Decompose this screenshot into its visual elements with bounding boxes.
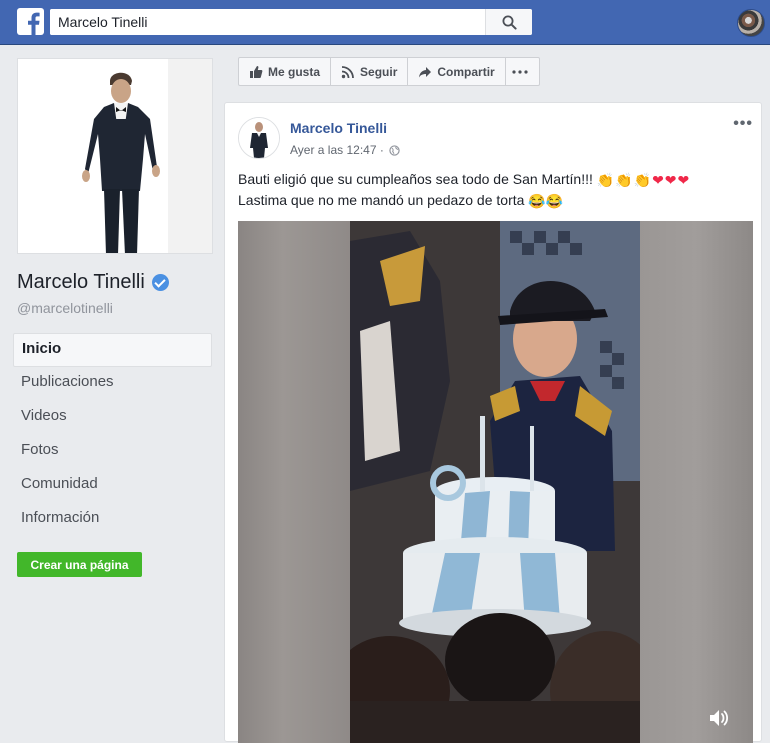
post-video[interactable]	[238, 221, 753, 743]
page-action-bar: Me gusta Seguir Compartir	[238, 57, 540, 86]
left-column: Marcelo Tinelli @marcelotinelli Inicio P…	[0, 45, 224, 735]
verified-badge-icon	[151, 274, 169, 291]
more-options-button[interactable]	[506, 58, 539, 85]
speaker-icon[interactable]	[707, 707, 729, 729]
nav-item-inicio[interactable]: Inicio	[13, 333, 212, 367]
follow-label: Seguir	[360, 64, 398, 79]
clapping-hearts-emoji: 👏👏👏❤❤❤	[596, 172, 691, 188]
search-bar	[50, 9, 532, 35]
post-author-avatar[interactable]	[238, 117, 280, 159]
globe-icon	[389, 144, 400, 156]
video-blur-right	[638, 221, 753, 743]
share-arrow-icon	[419, 66, 432, 77]
rss-feed-icon	[341, 65, 354, 78]
page-navigation: Inicio Publicaciones Videos Fotos Comuni…	[13, 333, 212, 537]
nav-item-fotos[interactable]: Fotos	[13, 435, 212, 469]
facebook-logo-icon[interactable]	[17, 8, 44, 35]
video-blur-left	[238, 221, 350, 743]
share-label: Compartir	[437, 64, 495, 79]
post-time-text: Ayer a las 12:47 ·	[290, 143, 384, 157]
more-dots-icon	[512, 69, 528, 74]
nav-item-comunidad[interactable]: Comunidad	[13, 469, 212, 503]
search-icon	[502, 15, 517, 30]
like-label: Me gusta	[268, 64, 321, 79]
page-name-text: Marcelo Tinelli	[17, 271, 145, 293]
post-options-icon[interactable]: •••	[733, 115, 753, 133]
create-page-button[interactable]: Crear una página	[17, 552, 142, 577]
user-avatar[interactable]	[737, 9, 765, 37]
top-navigation-bar	[0, 0, 770, 45]
page-handle: @marcelotinelli	[17, 300, 113, 316]
post-line-2-text: Lastima que no me mandó un pedazo de tor…	[238, 192, 525, 208]
post-message: Bauti eligió que su cumpleaños sea todo …	[238, 169, 753, 211]
nav-item-informacion[interactable]: Información	[13, 503, 212, 537]
nav-item-videos[interactable]: Videos	[13, 401, 212, 435]
post-timestamp[interactable]: Ayer a las 12:47 ·	[290, 143, 400, 157]
post-message-line-2: Lastima que no me mandó un pedazo de tor…	[238, 190, 753, 211]
page-title: Marcelo Tinelli	[17, 271, 169, 294]
like-button[interactable]: Me gusta	[239, 58, 332, 85]
post-message-line-1: Bauti eligió que su cumpleaños sea todo …	[238, 169, 753, 190]
nav-item-publicaciones[interactable]: Publicaciones	[13, 367, 212, 401]
follow-button[interactable]: Seguir	[331, 58, 409, 85]
post-author-name[interactable]: Marcelo Tinelli	[290, 120, 387, 136]
post-line-1-text: Bauti eligió que su cumpleaños sea todo …	[238, 171, 593, 187]
laughing-emoji: 😂😂	[528, 193, 564, 209]
post-card: Marcelo Tinelli Ayer a las 12:47 · ••• B…	[224, 102, 762, 743]
search-input[interactable]	[50, 9, 486, 35]
video-frame	[350, 221, 640, 743]
thumbs-up-icon	[250, 65, 263, 78]
search-button[interactable]	[485, 9, 532, 35]
share-button[interactable]: Compartir	[408, 58, 506, 85]
profile-picture[interactable]	[17, 58, 213, 254]
